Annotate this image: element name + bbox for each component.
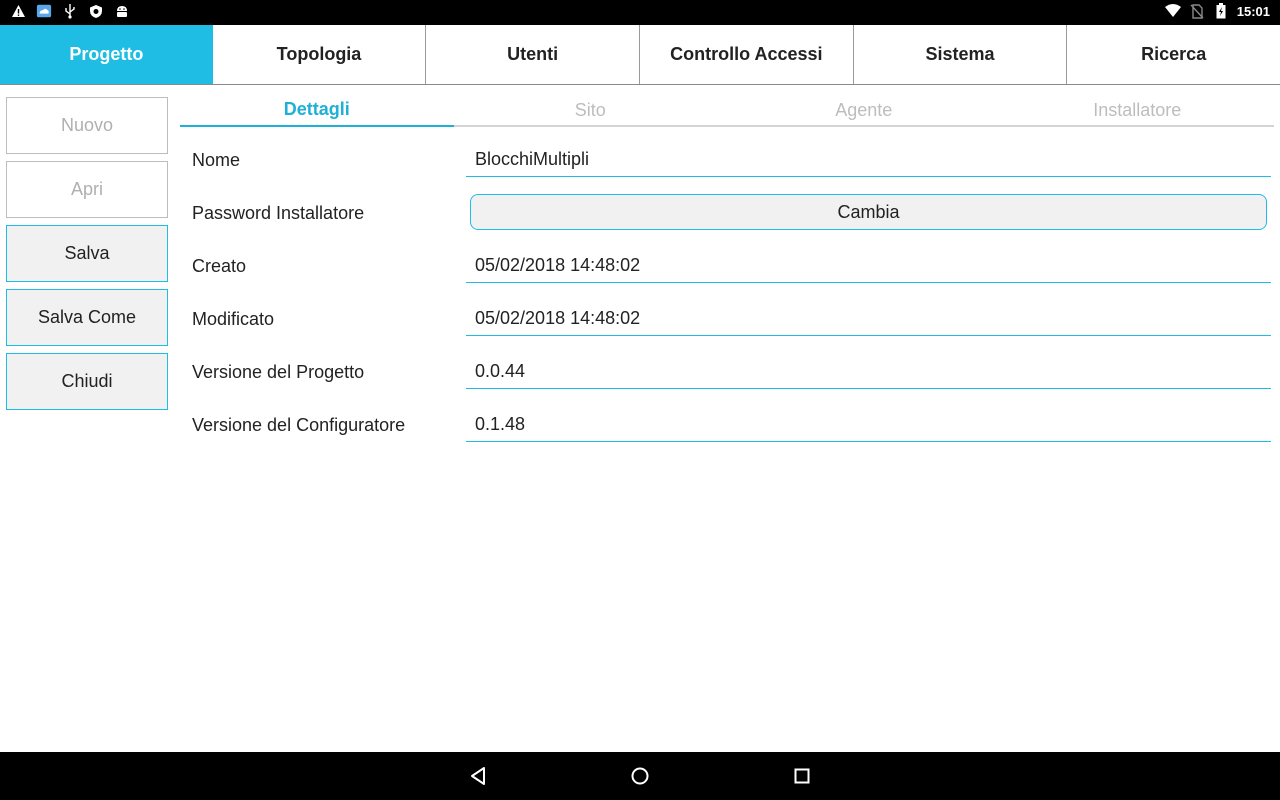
nome-field[interactable]: BlocchiMultipli (466, 135, 1271, 177)
subtab-dettagli[interactable]: Dettagli (180, 93, 454, 127)
form-row-modificato: Modificato 05/02/2018 14:48:02 (180, 294, 1274, 347)
versione-configuratore-label: Versione del Configuratore (192, 415, 406, 435)
modificato-label: Modificato (192, 309, 275, 329)
tab-utenti[interactable]: Utenti (426, 25, 641, 84)
versione-progetto-label: Versione del Progetto (192, 362, 365, 382)
nome-value: BlocchiMultipli (475, 149, 590, 169)
details-form: Nome BlocchiMultipli Password Installato… (180, 135, 1274, 453)
apri-button[interactable]: Apri (6, 161, 168, 218)
subtab-installatore[interactable]: Installatore (1001, 93, 1275, 127)
form-row-versione-configuratore: Versione del Configuratore 0.1.48 (180, 400, 1274, 453)
system-nav-bar (0, 752, 1280, 800)
creato-label: Creato (192, 256, 247, 276)
creato-field: 05/02/2018 14:48:02 (466, 241, 1271, 283)
tab-ricerca[interactable]: Ricerca (1067, 25, 1280, 84)
form-row-creato: Creato 05/02/2018 14:48:02 (180, 241, 1274, 294)
cambia-password-button[interactable]: Cambia (470, 194, 1267, 230)
password-installatore-label: Password Installatore (192, 203, 365, 223)
recents-icon[interactable] (790, 764, 814, 788)
status-time: 15:01 (1236, 3, 1270, 19)
wifi-icon (1164, 3, 1181, 19)
usb-icon (62, 3, 78, 19)
battery-charging-icon (1213, 3, 1229, 19)
nome-label: Nome (192, 150, 241, 170)
no-sim-icon (1189, 3, 1205, 19)
versione-progetto-value: 0.0.44 (475, 361, 526, 381)
home-icon[interactable] (628, 764, 652, 788)
subtab-sito[interactable]: Sito (454, 93, 728, 127)
salva-come-button[interactable]: Salva Come (6, 289, 168, 346)
form-row-versione-progetto: Versione del Progetto 0.0.44 (180, 347, 1274, 400)
status-bar-right: 15:01 (1164, 3, 1270, 19)
modificato-value: 05/02/2018 14:48:02 (475, 308, 641, 328)
back-icon[interactable] (466, 764, 490, 788)
versione-configuratore-field: 0.1.48 (466, 400, 1271, 442)
tab-sistema[interactable]: Sistema (853, 25, 1068, 84)
salva-button[interactable]: Salva (6, 225, 168, 282)
tab-controllo-accessi[interactable]: Controllo Accessi (640, 25, 854, 84)
creato-value: 05/02/2018 14:48:02 (475, 255, 641, 275)
project-actions-sidebar: Nuovo Apri Salva Salva Come Chiudi (6, 97, 168, 417)
form-row-nome: Nome BlocchiMultipli (180, 135, 1274, 188)
form-row-password: Password Installatore Cambia (180, 188, 1274, 241)
chiudi-button[interactable]: Chiudi (6, 353, 168, 410)
main-tab-bar: Progetto Topologia Utenti Controllo Acce… (0, 25, 1280, 85)
cloud-app-icon (36, 3, 52, 19)
nuovo-button[interactable]: Nuovo (6, 97, 168, 154)
warning-icon (10, 3, 26, 19)
status-bar: 15:01 (0, 0, 1280, 25)
modificato-field: 05/02/2018 14:48:02 (466, 294, 1271, 336)
shield-icon (88, 3, 104, 19)
sub-tab-bar: Dettagli Sito Agente Installatore (180, 93, 1274, 127)
versione-progetto-field: 0.0.44 (466, 347, 1271, 389)
versione-configuratore-value: 0.1.48 (475, 414, 526, 434)
tab-topologia[interactable]: Topologia (212, 25, 427, 84)
status-bar-left (10, 3, 130, 19)
android-icon (114, 3, 130, 19)
subtab-agente[interactable]: Agente (727, 93, 1001, 127)
tab-progetto[interactable]: Progetto (0, 25, 213, 84)
